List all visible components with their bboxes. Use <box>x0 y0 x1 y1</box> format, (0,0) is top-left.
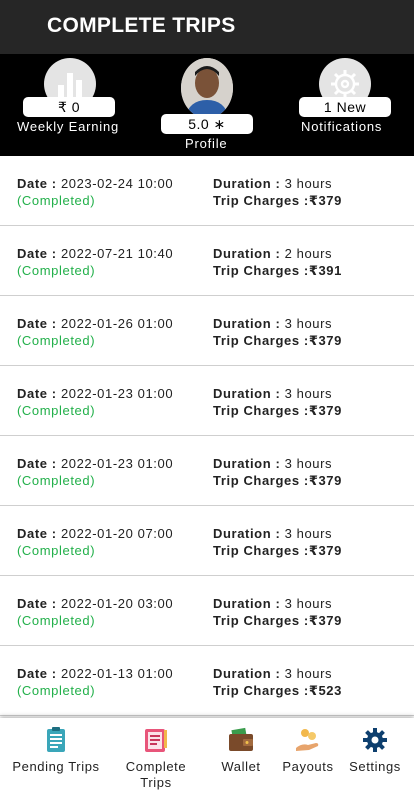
charges-label: Trip Charges : <box>213 333 309 348</box>
date-label: Date : <box>17 386 61 401</box>
trip-duration: 3 hours <box>284 456 333 471</box>
trip-row[interactable]: Date : 2022-01-26 01:00 (Completed) Dura… <box>0 296 414 366</box>
trip-charges: ₹379 <box>308 333 342 348</box>
trip-duration: 3 hours <box>284 176 333 191</box>
charges-label: Trip Charges : <box>213 473 309 488</box>
nav-pending-trips[interactable]: Pending Trips <box>10 726 102 775</box>
trip-date: 2022-01-23 01:00 <box>60 386 174 401</box>
trip-date: 2022-01-13 01:00 <box>60 666 174 681</box>
trip-list[interactable]: Date : 2023-02-24 10:00 (Completed) Dura… <box>0 156 414 718</box>
charges-label: Trip Charges : <box>213 613 309 628</box>
gear-icon <box>361 726 389 754</box>
trip-row[interactable]: Date : 2022-01-23 01:00 (Completed) Dura… <box>0 366 414 436</box>
trip-date: 2022-01-20 03:00 <box>60 596 174 611</box>
trip-date: 2022-07-21 10:40 <box>60 246 174 261</box>
trip-status: (Completed) <box>17 193 96 208</box>
nav-label: Settings <box>349 759 401 774</box>
date-label: Date : <box>17 316 61 331</box>
trip-status: (Completed) <box>17 613 96 628</box>
nav-settings[interactable]: Settings <box>345 726 405 775</box>
nav-label: Wallet <box>221 759 261 774</box>
trip-duration: 2 hours <box>284 246 333 261</box>
trip-date: 2022-01-23 01:00 <box>60 456 174 471</box>
trip-charges: ₹379 <box>308 403 342 418</box>
trip-date: 2023-02-24 10:00 <box>60 176 174 191</box>
date-label: Date : <box>17 526 61 541</box>
page-title: COMPLETE TRIPS <box>47 14 236 37</box>
date-label: Date : <box>17 666 61 681</box>
notifications-count: 1 New <box>299 97 391 117</box>
title-bar: COMPLETE TRIPS <box>0 0 414 54</box>
notifications-label: Notifications <box>301 119 383 134</box>
trip-status: (Completed) <box>17 543 96 558</box>
trip-duration: 3 hours <box>284 316 333 331</box>
trip-row[interactable]: Date : 2022-01-23 01:00 (Completed) Dura… <box>0 436 414 506</box>
trip-row[interactable]: Date : 2022-01-20 07:00 (Completed) Dura… <box>0 506 414 576</box>
charges-label: Trip Charges : <box>213 543 309 558</box>
trip-charges: ₹379 <box>308 543 342 558</box>
clipboard-list-icon <box>42 726 70 754</box>
nav-payouts[interactable]: Payouts <box>279 726 337 775</box>
trip-charges: ₹379 <box>308 613 342 628</box>
duration-label: Duration : <box>213 176 285 191</box>
nav-label: Complete Trips <box>125 759 187 790</box>
profile-label: Profile <box>185 136 228 151</box>
trip-duration: 3 hours <box>284 666 333 681</box>
bottom-navigation: Pending Trips Complete Trips Wallet Payo… <box>0 718 414 800</box>
duration-label: Duration : <box>213 596 285 611</box>
nav-label: Payouts <box>282 759 334 774</box>
checklist-icon <box>142 726 170 754</box>
trip-row[interactable]: Date : 2022-01-20 03:00 (Completed) Dura… <box>0 576 414 646</box>
nav-wallet[interactable]: Wallet <box>212 726 270 775</box>
duration-label: Duration : <box>213 666 285 681</box>
trip-charges: ₹523 <box>308 683 342 698</box>
trip-charges: ₹379 <box>308 473 342 488</box>
trip-status: (Completed) <box>17 263 96 278</box>
trip-status: (Completed) <box>17 333 96 348</box>
trip-row[interactable]: Date : 2023-02-24 10:00 (Completed) Dura… <box>0 156 414 226</box>
rating-badge: 5.0 ∗ <box>161 114 253 134</box>
charges-label: Trip Charges : <box>213 263 309 278</box>
date-label: Date : <box>17 456 61 471</box>
trip-charges: ₹379 <box>308 193 342 208</box>
date-label: Date : <box>17 596 61 611</box>
trip-row[interactable]: Date : 2022-07-21 10:40 (Completed) Dura… <box>0 226 414 296</box>
trip-row[interactable]: Date : 2022-01-13 01:00 (Completed) Dura… <box>0 646 414 716</box>
stats-header: ₹ 0 Weekly Earning 5.0 ∗ Profile 1 New N… <box>0 54 414 156</box>
trip-status: (Completed) <box>17 403 96 418</box>
weekly-earning-value: ₹ 0 <box>23 97 115 117</box>
charges-label: Trip Charges : <box>213 683 309 698</box>
charges-label: Trip Charges : <box>213 403 309 418</box>
nav-complete-trips[interactable]: Complete Trips <box>118 726 194 791</box>
weekly-earning-label: Weekly Earning <box>17 119 120 134</box>
duration-label: Duration : <box>213 526 285 541</box>
trip-duration: 3 hours <box>284 526 333 541</box>
trip-charges: ₹391 <box>308 263 342 278</box>
trip-duration: 3 hours <box>284 386 333 401</box>
avatar <box>181 58 233 118</box>
duration-label: Duration : <box>213 386 285 401</box>
trip-status: (Completed) <box>17 683 96 698</box>
nav-label: Pending Trips <box>12 759 100 774</box>
charges-label: Trip Charges : <box>213 193 309 208</box>
trip-status: (Completed) <box>17 473 96 488</box>
duration-label: Duration : <box>213 456 285 471</box>
duration-label: Duration : <box>213 246 285 261</box>
coins-hand-icon <box>294 726 322 754</box>
wallet-icon <box>227 726 255 754</box>
date-label: Date : <box>17 176 61 191</box>
trip-duration: 3 hours <box>284 596 333 611</box>
duration-label: Duration : <box>213 316 285 331</box>
trip-date: 2022-01-26 01:00 <box>60 316 174 331</box>
trip-date: 2022-01-20 07:00 <box>60 526 174 541</box>
date-label: Date : <box>17 246 61 261</box>
